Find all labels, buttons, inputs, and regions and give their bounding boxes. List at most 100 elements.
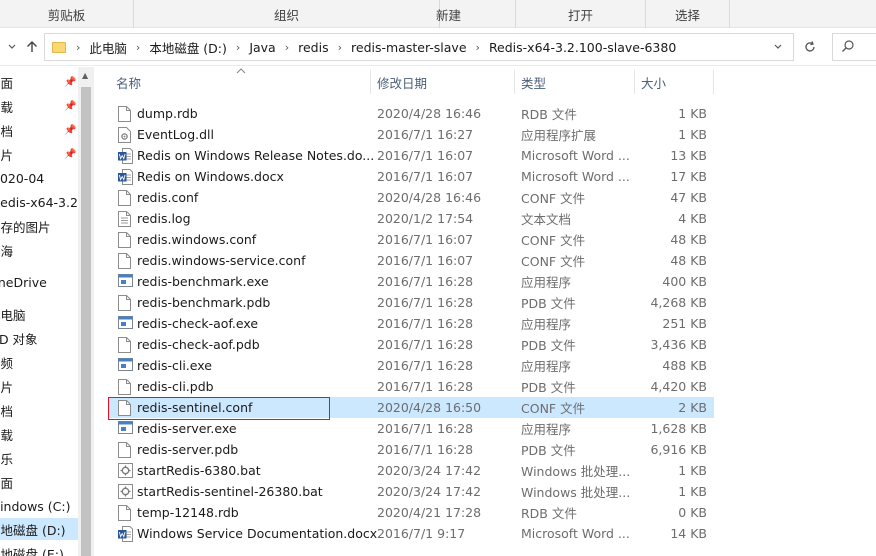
breadcrumb-this-pc[interactable]: 此电脑 <box>89 38 127 57</box>
file-row[interactable]: redis-cli.exe 2016/7/1 16:28 应用程序 488 KB <box>108 355 714 376</box>
recent-locations-chevron-icon[interactable] <box>2 37 22 57</box>
blank-file-icon <box>118 253 131 269</box>
file-type: RDB 文件 <box>521 107 577 122</box>
column-divider[interactable] <box>514 70 515 94</box>
file-name: redis.windows.conf <box>137 232 257 247</box>
blank-file-icon <box>118 337 131 353</box>
search-icon <box>841 39 855 56</box>
file-row[interactable]: redis.windows.conf 2016/7/1 16:07 CONF 文件 4… <box>108 229 714 250</box>
file-row[interactable]: redis.log 2020/1/2 17:54 文本文档 4 KB <box>108 208 714 229</box>
pin-icon[interactable]: 📌 <box>64 101 76 112</box>
batch-file-icon <box>118 484 133 500</box>
ribbon-group-clipboard[interactable]: 剪贴板 <box>0 0 134 28</box>
address-bar[interactable]: › 此电脑 › 本地磁盘 (D:) › Java › redis › redis… <box>44 33 794 61</box>
nav-scrollbar[interactable]: ▲ <box>78 67 94 556</box>
file-type: PDB 文件 <box>521 296 576 311</box>
file-type: CONF 文件 <box>521 254 586 269</box>
file-type: CONF 文件 <box>521 233 586 248</box>
file-row[interactable]: redis-benchmark.pdb 2016/7/1 16:28 PDB 文件 4… <box>108 292 714 313</box>
word-doc-icon <box>118 148 133 164</box>
chevron-right-icon[interactable]: › <box>236 41 240 54</box>
blank-file-icon <box>118 190 131 206</box>
file-modified-date: 2020/4/28 16:50 <box>377 400 482 415</box>
column-divider[interactable] <box>634 70 635 94</box>
pin-icon[interactable]: 📌 <box>64 125 76 136</box>
exe-file-icon <box>118 421 133 437</box>
file-row[interactable]: Redis on Windows Release Notes.do... 2016… <box>108 145 714 166</box>
file-row[interactable]: redis-server.pdb 2016/7/1 16:28 PDB 文件 6,91… <box>108 439 714 460</box>
sort-ascending-icon <box>236 67 246 78</box>
nav-item-label: 图片 <box>0 379 14 395</box>
nav-item-label: 保存的图片 <box>0 219 51 235</box>
chevron-right-icon[interactable]: › <box>285 41 289 54</box>
file-row[interactable]: redis-check-aof.exe 2016/7/1 16:28 应用程序 251… <box>108 313 714 334</box>
file-row[interactable]: startRedis-sentinel-26380.bat 2020/3/24 1… <box>108 481 714 502</box>
file-row[interactable]: startRedis-6380.bat 2020/3/24 17:42 Window… <box>108 460 714 481</box>
column-divider[interactable] <box>713 70 714 94</box>
file-row[interactable]: temp-12148.rdb 2020/4/21 17:28 RDB 文件 0 KB <box>108 502 714 523</box>
column-divider[interactable] <box>370 70 371 94</box>
chevron-right-icon[interactable]: › <box>136 41 140 54</box>
search-input[interactable] <box>832 33 876 61</box>
ribbon-group-select[interactable]: 选择 <box>646 0 730 28</box>
nav-item-label: 下载 <box>0 427 14 443</box>
chevron-right-icon[interactable]: › <box>76 41 80 54</box>
pin-icon[interactable]: 📌 <box>64 149 76 160</box>
file-modified-date: 2016/7/1 16:07 <box>377 148 474 163</box>
file-size: 251 KB <box>662 316 707 331</box>
breadcrumb-java[interactable]: Java <box>249 40 275 55</box>
file-modified-date: 2016/7/1 9:17 <box>377 526 466 541</box>
breadcrumb-current-folder[interactable]: Redis-x64-3.2.100-slave-6380 <box>489 40 676 55</box>
file-type: 应用程序 <box>521 275 572 290</box>
file-size: 4,420 KB <box>650 379 707 394</box>
file-name: Windows Service Documentation.docx <box>137 526 378 541</box>
file-type: CONF 文件 <box>521 191 586 206</box>
file-modified-date: 2016/7/1 16:28 <box>377 274 474 289</box>
address-dropdown-chevron-icon[interactable] <box>766 33 790 61</box>
chevron-right-icon[interactable]: › <box>476 41 480 54</box>
file-row[interactable]: redis-cli.pdb 2016/7/1 16:28 PDB 文件 4,420 K… <box>108 376 714 397</box>
file-modified-date: 2020/4/21 17:28 <box>377 505 482 520</box>
up-arrow-icon[interactable] <box>22 37 42 57</box>
file-row[interactable]: EventLog.dll 2016/7/1 16:27 应用程序扩展 1 KB <box>108 124 714 145</box>
chevron-right-icon[interactable]: › <box>338 41 342 54</box>
file-row[interactable]: redis.windows-service.conf 2016/7/1 16:07… <box>108 250 714 271</box>
refresh-icon[interactable] <box>798 33 822 61</box>
pin-icon[interactable]: 📌 <box>64 77 76 88</box>
file-size: 488 KB <box>662 358 707 373</box>
scroll-up-arrow-icon[interactable]: ▲ <box>82 71 88 80</box>
file-name: redis-benchmark.pdb <box>137 295 271 310</box>
breadcrumb-redis-master-slave[interactable]: redis-master-slave <box>351 40 467 55</box>
blank-file-icon <box>118 295 131 311</box>
file-modified-date: 2016/7/1 16:28 <box>377 442 474 457</box>
highlight-box <box>108 397 330 420</box>
file-type: Microsoft Word ... <box>521 148 630 163</box>
column-header-type[interactable]: 类型 <box>521 67 546 97</box>
file-row[interactable]: Windows Service Documentation.docx 2016/7… <box>108 523 714 544</box>
scrollbar-thumb[interactable] <box>81 87 91 556</box>
breadcrumb-redis[interactable]: redis <box>298 40 328 55</box>
column-header-size[interactable]: 大小 <box>641 67 666 97</box>
file-modified-date: 2020/4/28 16:46 <box>377 190 482 205</box>
file-row[interactable]: redis-check-aof.pdb 2016/7/1 16:28 PDB 文件 3… <box>108 334 714 355</box>
column-header-name[interactable]: 名称 <box>116 67 141 97</box>
file-size: 13 KB <box>670 148 707 163</box>
nav-item-label: Windows (C:) <box>0 498 71 514</box>
blank-file-icon <box>118 379 131 395</box>
file-size: 1 KB <box>678 484 707 499</box>
breadcrumb-drive-d[interactable]: 本地磁盘 (D:) <box>149 38 227 57</box>
folder-icon <box>52 41 66 53</box>
file-row[interactable]: redis-server.exe 2016/7/1 16:28 应用程序 1,628 … <box>108 418 714 439</box>
ribbon-group-new[interactable]: 新建 <box>382 0 516 28</box>
nav-item-label: OneDrive <box>0 274 47 290</box>
column-header-date[interactable]: 修改日期 <box>377 67 427 97</box>
file-row[interactable]: redis-benchmark.exe 2016/7/1 16:28 应用程序 400… <box>108 271 714 292</box>
ribbon-group-open[interactable]: 打开 <box>516 0 646 28</box>
file-type: 应用程序 <box>521 317 572 332</box>
nav-item-label: 本地磁盘 (D:) <box>0 522 66 538</box>
file-row[interactable]: dump.rdb 2020/4/28 16:46 RDB 文件 1 KB <box>108 103 714 124</box>
file-size: 4,268 KB <box>650 295 707 310</box>
file-row[interactable]: redis.conf 2020/4/28 16:46 CONF 文件 47 KB <box>108 187 714 208</box>
nav-item-label: 本地磁盘 (E:) <box>0 546 64 556</box>
file-row[interactable]: Redis on Windows.docx 2016/7/1 16:07 Micro… <box>108 166 714 187</box>
